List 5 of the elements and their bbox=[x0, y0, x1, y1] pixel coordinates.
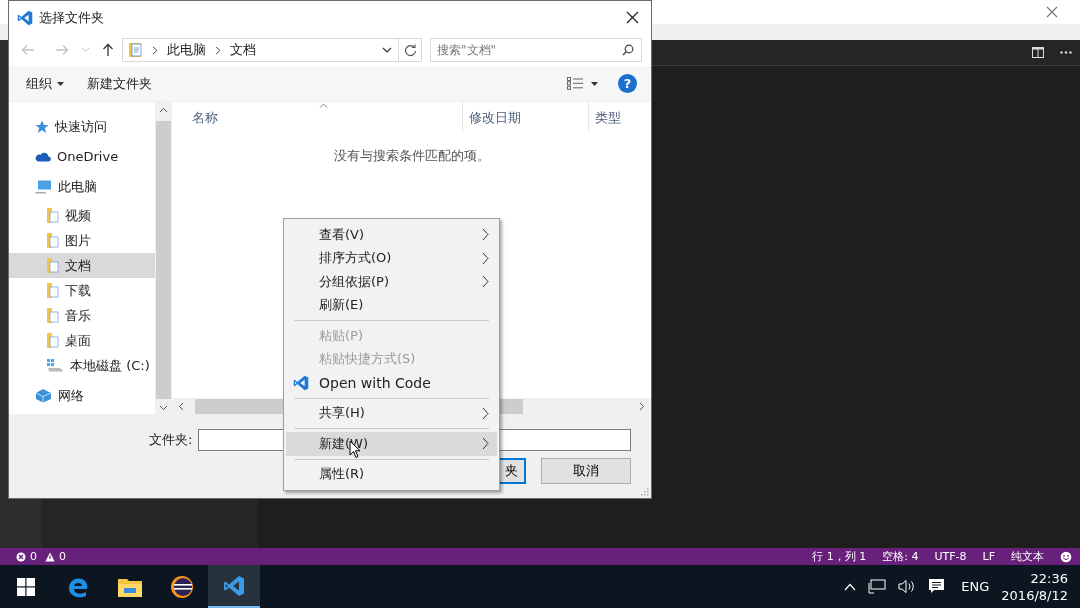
warning-count: 0 bbox=[59, 550, 66, 563]
folder-label: 文件夹: bbox=[149, 431, 193, 449]
error-count: 0 bbox=[30, 550, 37, 563]
dialog-title: 选择文件夹 bbox=[39, 8, 104, 27]
empty-message: 没有与搜索条件匹配的项。 bbox=[332, 147, 491, 165]
